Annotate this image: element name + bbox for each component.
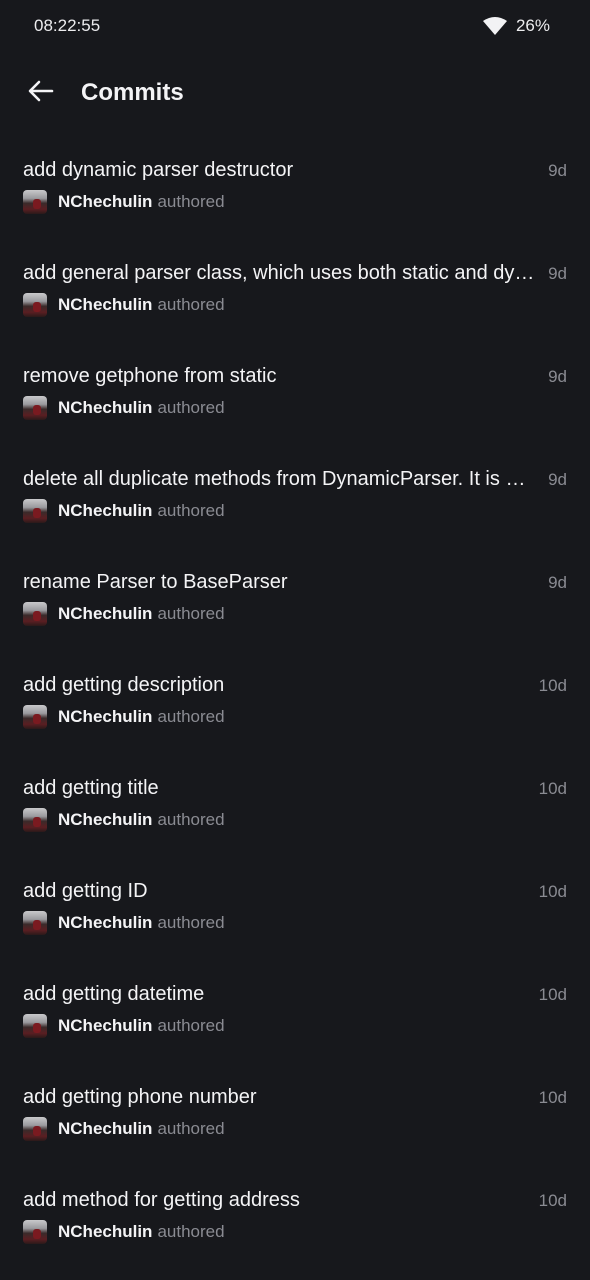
- author-verb: authored: [157, 501, 225, 520]
- commit-age: 10d: [538, 676, 567, 695]
- commit-item[interactable]: rename Parser to BaseParser 9d NChechuli…: [0, 546, 590, 649]
- avatar: [23, 1014, 47, 1038]
- commit-age: 9d: [548, 367, 567, 386]
- author-name: NChechulin: [58, 295, 153, 314]
- commit-item[interactable]: add getting datetime 10d NChechulin auth…: [0, 958, 590, 1061]
- commit-age: 10d: [538, 1088, 567, 1107]
- avatar: [23, 602, 47, 626]
- author-row: NChechulin authored: [23, 293, 225, 317]
- avatar: [23, 911, 47, 935]
- back-button[interactable]: [24, 76, 58, 110]
- commit-message: remove getphone from static: [23, 365, 277, 387]
- avatar: [23, 1220, 47, 1244]
- author-row: NChechulin authored: [23, 1220, 225, 1244]
- arrow-left-icon: [28, 80, 54, 107]
- author-name: NChechulin: [58, 913, 153, 932]
- commit-message: add getting title: [23, 777, 159, 799]
- avatar: [23, 1117, 47, 1141]
- commit-age: 10d: [538, 779, 567, 798]
- author-row: NChechulin authored: [23, 396, 225, 420]
- avatar: [23, 705, 47, 729]
- author-verb: authored: [157, 810, 225, 829]
- commit-message: add getting datetime: [23, 983, 205, 1005]
- commit-item[interactable]: add getting title 10d NChechulin authore…: [0, 752, 590, 855]
- commit-item[interactable]: add general parser class, which uses bot…: [0, 237, 590, 340]
- author-row: NChechulin authored: [23, 1014, 225, 1038]
- commit-age: 9d: [548, 470, 567, 489]
- author-name: NChechulin: [58, 604, 153, 623]
- author-row: NChechulin authored: [23, 190, 225, 214]
- commit-age: 9d: [548, 573, 567, 592]
- author-name: NChechulin: [58, 501, 153, 520]
- commit-item[interactable]: add getting ID 10d NChechulin authored: [0, 855, 590, 958]
- commit-age: 9d: [548, 264, 567, 283]
- author-name: NChechulin: [58, 1222, 153, 1241]
- author-verb: authored: [157, 707, 225, 726]
- author-row: NChechulin authored: [23, 911, 225, 935]
- commit-age: 9d: [548, 161, 567, 180]
- author-verb: authored: [157, 1222, 225, 1241]
- commit-message: rename Parser to BaseParser: [23, 571, 288, 593]
- avatar: [23, 396, 47, 420]
- app-bar: Commits: [0, 52, 590, 134]
- author-row: NChechulin authored: [23, 499, 225, 523]
- author-verb: authored: [157, 295, 225, 314]
- author-row: NChechulin authored: [23, 1117, 225, 1141]
- commit-item[interactable]: add getting description 10d NChechulin a…: [0, 649, 590, 752]
- commit-message: add dynamic parser destructor: [23, 159, 294, 181]
- author-verb: authored: [157, 913, 225, 932]
- author-verb: authored: [157, 398, 225, 417]
- author-verb: authored: [157, 1119, 225, 1138]
- author-verb: authored: [157, 1016, 225, 1035]
- commit-age: 10d: [538, 1191, 567, 1210]
- commit-message: add getting ID: [23, 880, 148, 902]
- author-row: NChechulin authored: [23, 602, 225, 626]
- commit-item[interactable]: add dynamic parser destructor 9d NChechu…: [0, 134, 590, 237]
- commit-item[interactable]: delete all duplicate methods from Dynami…: [0, 443, 590, 546]
- avatar: [23, 499, 47, 523]
- commit-item[interactable]: remove getphone from static 9d NChechuli…: [0, 340, 590, 443]
- battery-level: 26%: [515, 16, 550, 35]
- commit-list: add dynamic parser destructor 9d NChechu…: [0, 134, 590, 1267]
- author-verb: authored: [157, 604, 225, 623]
- author-name: NChechulin: [58, 1016, 153, 1035]
- commit-message: add general parser class, which uses bot…: [23, 262, 535, 284]
- avatar: [23, 808, 47, 832]
- avatar: [23, 190, 47, 214]
- author-name: NChechulin: [58, 707, 153, 726]
- commit-age: 10d: [538, 882, 567, 901]
- status-bar: 08:22:55 26%: [0, 0, 590, 52]
- commit-message: add getting phone number: [23, 1086, 257, 1108]
- avatar: [23, 293, 47, 317]
- author-name: NChechulin: [58, 810, 153, 829]
- wifi-icon: [482, 16, 508, 36]
- author-name: NChechulin: [58, 192, 153, 211]
- commit-message: delete all duplicate methods from Dynami…: [23, 468, 535, 490]
- status-indicators: 26%: [482, 16, 550, 36]
- author-row: NChechulin authored: [23, 705, 225, 729]
- author-verb: authored: [157, 192, 225, 211]
- page-title: Commits: [81, 79, 184, 106]
- commit-item[interactable]: add method for getting address 10d NChec…: [0, 1164, 590, 1267]
- commit-age: 10d: [538, 985, 567, 1004]
- commit-message: add method for getting address: [23, 1189, 300, 1211]
- author-name: NChechulin: [58, 1119, 153, 1138]
- commit-message: add getting description: [23, 674, 225, 696]
- commit-item[interactable]: add getting phone number 10d NChechulin …: [0, 1061, 590, 1164]
- status-time: 08:22:55: [34, 16, 101, 35]
- author-row: NChechulin authored: [23, 808, 225, 832]
- author-name: NChechulin: [58, 398, 153, 417]
